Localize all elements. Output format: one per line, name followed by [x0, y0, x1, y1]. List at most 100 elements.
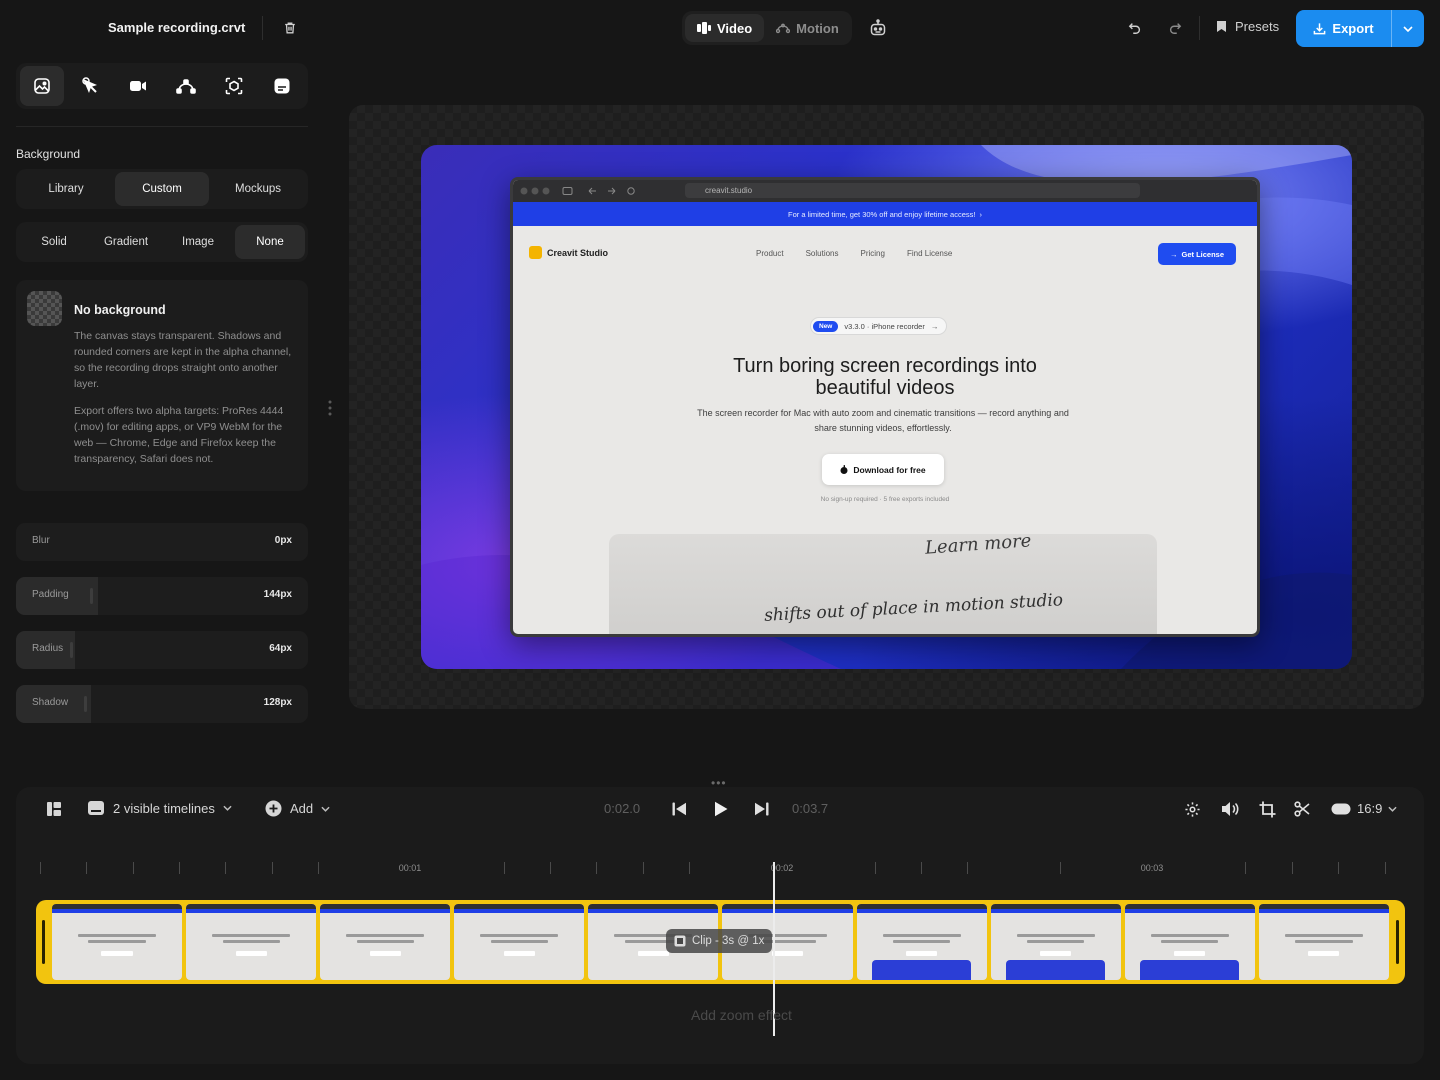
tool-background[interactable]	[20, 66, 64, 106]
thumbnail-detail	[222, 940, 280, 943]
thumbnail-detail	[588, 909, 719, 913]
bookmark-icon	[1217, 21, 1226, 32]
clip-thumbnail	[454, 904, 585, 980]
clip-trim-start-handle[interactable]	[42, 920, 45, 964]
radius-slider[interactable]: Radius 64px	[16, 631, 308, 669]
add-dropdown[interactable]: Add	[265, 800, 330, 817]
presets-label: Presets	[1235, 19, 1280, 34]
redo-icon	[1169, 23, 1182, 34]
tool-captions[interactable]	[260, 66, 304, 106]
assistant-button[interactable]	[866, 16, 890, 40]
focus-icon	[225, 77, 243, 95]
tool-camera[interactable]	[116, 66, 160, 106]
tab-gradient[interactable]: Gradient	[91, 225, 161, 259]
thumbnail-detail	[490, 940, 548, 943]
tool-focus[interactable]	[212, 66, 256, 106]
get-license-label: Get License	[1181, 249, 1225, 259]
thumbnail-detail	[52, 909, 183, 913]
settings-button[interactable]	[1182, 799, 1202, 819]
skip-back-icon	[672, 802, 686, 816]
window-controls-icon	[520, 187, 635, 195]
time-ruler[interactable]: 00:01 00:02 00:03	[36, 858, 1406, 882]
split-button[interactable]	[1292, 799, 1312, 819]
promo-text: For a limited time, get 30% off and enjo…	[788, 209, 976, 219]
brand-logo-icon	[529, 246, 542, 259]
thumbnail-detail	[892, 940, 951, 943]
clip-trim-end-handle[interactable]	[1396, 920, 1399, 964]
motion-path-icon	[176, 79, 196, 94]
layout-icon	[47, 802, 61, 816]
thumbnail-detail	[1295, 940, 1353, 943]
gear-icon	[1184, 801, 1200, 817]
thumbnail-detail	[882, 934, 961, 937]
thumbnail-detail	[1006, 960, 1106, 980]
tab-video[interactable]: Video	[685, 14, 765, 42]
tab-solid[interactable]: Solid	[19, 225, 89, 259]
captions-icon	[274, 78, 290, 94]
tab-mockups[interactable]: Mockups	[211, 172, 305, 206]
recording-preview: creavit.studio For a limited time, get 3…	[510, 177, 1260, 637]
visible-timelines-dropdown[interactable]: 2 visible timelines	[87, 800, 232, 816]
delete-button[interactable]	[280, 18, 300, 38]
info-title: No background	[74, 303, 166, 317]
redo-button[interactable]	[1166, 19, 1184, 37]
file-name[interactable]: Sample recording.crvt	[108, 20, 245, 35]
thumbnail-detail	[1284, 934, 1363, 937]
tab-motion[interactable]: Motion	[764, 14, 851, 42]
get-license-button: → Get License	[1158, 243, 1236, 265]
tab-none[interactable]: None	[235, 225, 305, 259]
plus-circle-icon	[265, 800, 282, 817]
undo-button[interactable]	[1126, 19, 1144, 37]
play-button[interactable]	[710, 798, 732, 820]
export-button[interactable]: Export	[1296, 10, 1391, 47]
aspect-ratio-dropdown[interactable]: 16:9	[1331, 801, 1397, 816]
ruler-tick	[272, 862, 273, 874]
info-paragraph-2: Export offers two alpha targets: ProRes …	[74, 405, 284, 465]
ruler-tick	[1385, 862, 1386, 874]
chevron-down-icon	[1388, 806, 1397, 812]
presets-button[interactable]: Presets	[1216, 19, 1279, 34]
padding-slider[interactable]: Padding 144px	[16, 577, 308, 615]
crop-button[interactable]	[1257, 799, 1277, 819]
panel-resize-handle[interactable]	[327, 399, 333, 417]
tab-image[interactable]: Image	[163, 225, 233, 259]
slider-label: Shadow	[32, 697, 69, 708]
tool-motion-path[interactable]	[164, 66, 208, 106]
camera-icon	[130, 81, 146, 91]
tab-library[interactable]: Library	[19, 172, 113, 206]
add-zoom-effect-button[interactable]: Add zoom effect	[691, 1007, 792, 1023]
robot-icon	[870, 19, 886, 36]
ruler-label: 00:03	[1140, 863, 1164, 873]
clip-thumbnail	[52, 904, 183, 980]
download-cta: Download for free	[822, 454, 944, 485]
toggle-sidebar-button[interactable]	[44, 799, 64, 819]
thumbnail-detail	[454, 909, 585, 913]
ruler-tick	[1245, 862, 1246, 874]
sidebar-divider	[16, 126, 308, 127]
skip-back-button[interactable]	[669, 799, 689, 819]
tab-video-label: Video	[717, 20, 753, 36]
tab-custom[interactable]: Custom	[115, 172, 209, 206]
motion-mode-icon	[776, 23, 791, 34]
skip-forward-button[interactable]	[751, 799, 771, 819]
shadow-slider[interactable]: Shadow 128px	[16, 685, 308, 723]
clip-label-text: Clip - 3s @ 1x	[692, 935, 765, 947]
thumbnail-detail	[235, 951, 267, 956]
address-bar: creavit.studio	[685, 183, 1140, 198]
blur-slider[interactable]: Blur 0px	[16, 523, 308, 561]
thumbnail-detail	[1027, 940, 1085, 943]
download-label: Download for free	[853, 464, 926, 475]
slider-handle[interactable]	[90, 588, 93, 604]
volume-button[interactable]	[1220, 799, 1240, 819]
slider-handle[interactable]	[70, 642, 73, 658]
clip-thumbnail	[320, 904, 451, 980]
slider-label: Padding	[32, 589, 69, 600]
visible-timelines-label: 2 visible timelines	[113, 800, 215, 816]
thumbnail-detail	[369, 951, 401, 956]
thumbnail-detail	[88, 940, 146, 943]
thumbnail-detail	[1308, 951, 1340, 956]
tool-cursor[interactable]	[68, 66, 112, 106]
slider-handle[interactable]	[84, 696, 87, 712]
background-source-tabs: Library Custom Mockups	[16, 169, 308, 209]
export-options-button[interactable]	[1392, 10, 1424, 47]
